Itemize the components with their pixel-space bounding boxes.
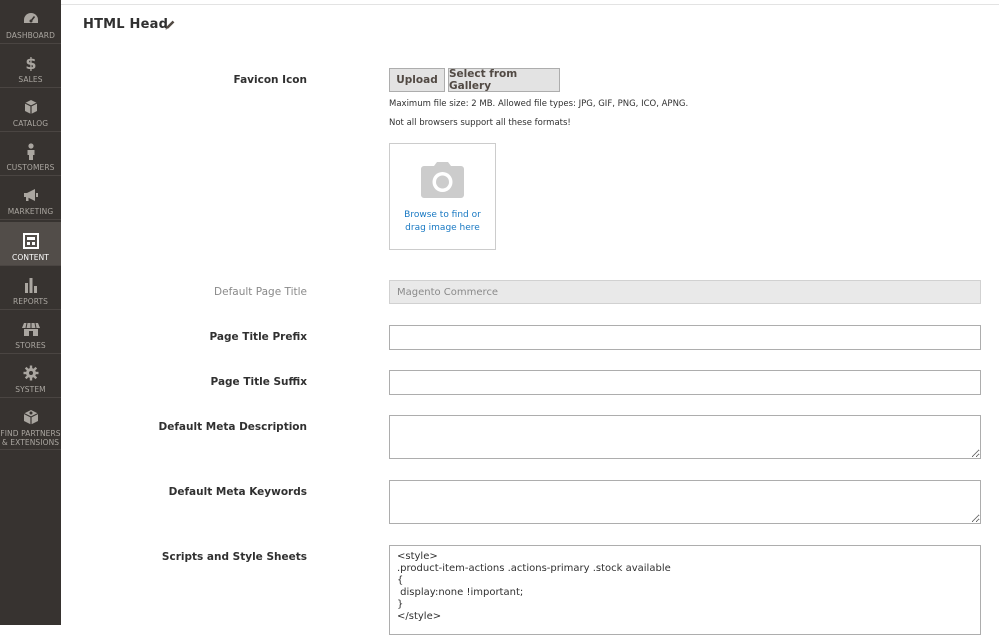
sidebar-item-label: Marketing bbox=[7, 207, 54, 216]
pencil-icon[interactable] bbox=[164, 18, 176, 36]
megaphone-icon bbox=[23, 186, 39, 204]
sidebar-item-label: Stores bbox=[15, 341, 46, 350]
sidebar-item-label: System bbox=[15, 385, 46, 394]
browser-support-note: Not all browsers support all these forma… bbox=[389, 118, 571, 128]
file-size-note: Maximum file size: 2 MB. Allowed file ty… bbox=[389, 99, 689, 109]
sidebar-item-dashboard[interactable]: Dashboard bbox=[0, 0, 61, 44]
section-title: HTML Head bbox=[83, 17, 169, 32]
sidebar-item-marketing[interactable]: Marketing bbox=[0, 176, 61, 220]
sidebar-item-content[interactable]: Content bbox=[0, 222, 61, 266]
puzzle-box-icon bbox=[23, 408, 39, 426]
sidebar-item-label: Content bbox=[12, 253, 49, 262]
sidebar-item-label: Catalog bbox=[12, 119, 49, 128]
default-page-title-input bbox=[389, 280, 981, 304]
page-title-prefix-input[interactable] bbox=[389, 325, 981, 350]
dropzone-text[interactable]: Browse to find or drag image here bbox=[396, 209, 489, 235]
store-icon bbox=[21, 320, 40, 338]
page-title-suffix-input[interactable] bbox=[389, 370, 981, 395]
camera-icon bbox=[420, 162, 465, 203]
sidebar-item-label: Dashboard bbox=[6, 31, 55, 40]
dropzone-line-2: drag image here bbox=[405, 223, 480, 233]
page-title-suffix-label: Page Title Suffix bbox=[210, 376, 307, 388]
box-icon bbox=[24, 98, 38, 116]
scripts-textarea[interactable]: <style> .product-item-actions .actions-p… bbox=[389, 545, 981, 635]
sidebar-item-label: Sales bbox=[18, 75, 43, 84]
sidebar-item-customers[interactable]: Customers bbox=[0, 132, 61, 176]
dollar-icon: $ bbox=[25, 54, 37, 72]
sidebar-item-label: Customers bbox=[6, 163, 55, 172]
divider bbox=[61, 4, 999, 5]
gear-icon bbox=[23, 364, 39, 382]
layout-icon bbox=[22, 232, 39, 250]
admin-sidebar: Dashboard $ Sales Catalog Customers Mark… bbox=[0, 0, 61, 625]
meta-keywords-textarea[interactable] bbox=[389, 480, 981, 524]
svg-text:$: $ bbox=[25, 55, 36, 71]
default-page-title-label: Default Page Title bbox=[214, 286, 307, 298]
main-content: HTML Head Favicon Icon Upload Select fro… bbox=[61, 0, 999, 635]
select-from-gallery-button[interactable]: Select from Gallery bbox=[448, 68, 560, 92]
person-icon bbox=[26, 142, 36, 160]
dashboard-icon bbox=[23, 10, 39, 28]
scripts-label: Scripts and Style Sheets bbox=[161, 551, 307, 563]
image-dropzone[interactable]: Browse to find or drag image here bbox=[389, 143, 496, 250]
sidebar-item-catalog[interactable]: Catalog bbox=[0, 88, 61, 132]
sidebar-item-label: Reports bbox=[12, 297, 49, 306]
meta-description-textarea[interactable] bbox=[389, 415, 981, 459]
dropzone-line-1: Browse to find or bbox=[404, 210, 481, 220]
favicon-label: Favicon Icon bbox=[233, 74, 307, 86]
meta-keywords-label: Default Meta Keywords bbox=[168, 486, 307, 498]
page-title-prefix-label: Page Title Prefix bbox=[209, 331, 308, 343]
meta-description-label: Default Meta Description bbox=[158, 421, 307, 433]
upload-button[interactable]: Upload bbox=[389, 68, 445, 92]
bar-chart-icon bbox=[24, 276, 38, 294]
